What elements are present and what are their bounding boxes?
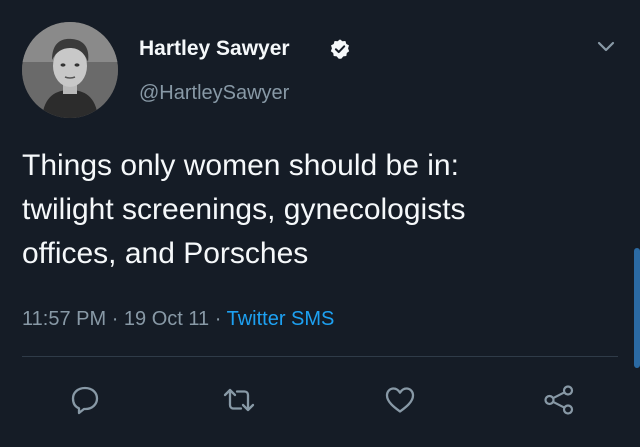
tweet-text-line: offices, and Porsches [22,237,309,270]
like-icon [385,387,415,413]
tweet-date: 19 Oct 11 [123,308,210,330]
avatar[interactable] [22,22,118,118]
scrollbar[interactable] [634,248,640,368]
tweet-view: Hartley Sawyer @HartleySawyer Things onl… [0,0,640,447]
tweet-time: 11:57 PM [22,308,107,330]
meta-separator: · [111,308,119,330]
reply-button[interactable] [68,383,102,417]
verified-badge-icon [330,39,350,59]
tweet-text-line: twilight screenings, gynecologists [22,193,466,226]
meta-separator: · [214,308,222,330]
tweet-text-line: Things only women should be in: [22,149,459,182]
tweet-meta: 11:57 PM · 19 Oct 11 · Twitter SMS [22,306,334,332]
retweet-button[interactable] [222,383,256,417]
reply-icon [71,386,99,415]
share-button[interactable] [542,383,576,417]
retweet-icon [223,388,255,412]
chevron-down-icon[interactable] [596,40,616,54]
share-icon [544,385,574,415]
tweet-source-link[interactable]: Twitter SMS [227,308,335,330]
display-name[interactable]: Hartley Sawyer [139,36,290,62]
like-button[interactable] [383,383,417,417]
avatar-image [22,22,118,118]
tweet-text: Things only women should be in: twilight… [22,144,622,276]
user-handle[interactable]: @HartleySawyer [139,80,289,106]
divider [22,356,618,357]
